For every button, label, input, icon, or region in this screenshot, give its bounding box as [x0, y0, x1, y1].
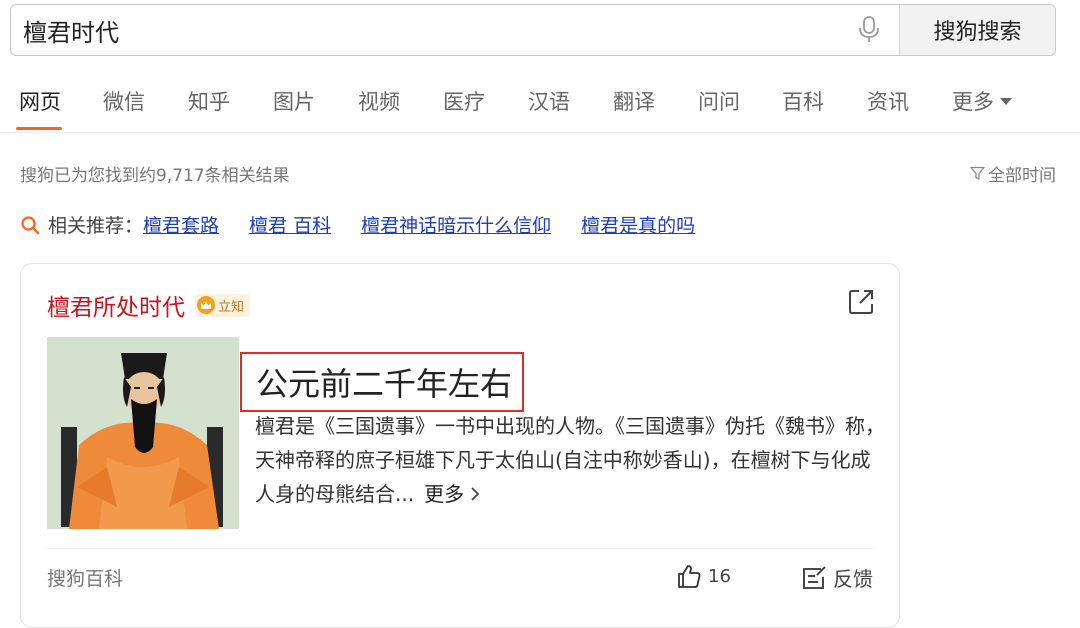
tab-zhihu[interactable]: 知乎 — [188, 86, 230, 116]
tab-images[interactable]: 图片 — [273, 86, 315, 116]
badge-label: 立知 — [218, 299, 245, 315]
tab-more[interactable]: 更多 — [952, 86, 1012, 116]
share-icon[interactable] — [847, 288, 875, 320]
dangun-portrait-image[interactable] — [47, 337, 239, 529]
tab-wenwen[interactable]: 问问 — [698, 86, 740, 116]
source-label[interactable]: 搜狗百科 — [47, 564, 123, 591]
related-link[interactable]: 檀君 百科 — [249, 211, 331, 238]
time-filter-label: 全部时间 — [988, 166, 1056, 186]
lizhi-badge: 立知 — [195, 293, 251, 317]
caret-down-icon — [1000, 97, 1012, 105]
more-label: 更多 — [424, 482, 465, 506]
like-button[interactable]: 16 — [676, 563, 731, 589]
search-icon — [21, 215, 40, 234]
answer-description: 檀君是《三国遗事》一书中出现的人物。《三国遗事》伪托《魏书》称，天神帝释的庶子桓… — [255, 409, 885, 511]
card-title[interactable]: 檀君所处时代 立知 — [47, 288, 251, 322]
related-link[interactable]: 檀君套路 — [143, 211, 219, 238]
feedback-icon — [803, 565, 826, 589]
card-title-text: 檀君所处时代 — [47, 295, 185, 321]
tab-hanyu[interactable]: 汉语 — [528, 86, 570, 116]
tab-weixin[interactable]: 微信 — [103, 86, 145, 116]
crown-badge-icon — [197, 296, 215, 314]
related-link[interactable]: 檀君神话暗示什么信仰 — [361, 211, 551, 238]
filter-icon — [970, 166, 985, 180]
thumbs-up-icon — [678, 565, 701, 588]
tab-translate[interactable]: 翻译 — [613, 86, 655, 116]
tab-medical[interactable]: 医疗 — [443, 86, 485, 116]
like-count: 16 — [708, 565, 731, 587]
microphone-icon[interactable] — [839, 5, 899, 55]
card-divider — [47, 548, 873, 549]
feedback-label: 反馈 — [833, 567, 873, 591]
chevron-right-icon — [471, 487, 480, 501]
related-label: 相关推荐： — [48, 215, 144, 237]
tab-web[interactable]: 网页 — [19, 86, 61, 116]
tab-more-label: 更多 — [952, 90, 994, 114]
description-text: 檀君是《三国遗事》一书中出现的人物。《三国遗事》伪托《魏书》称，天神帝释的庶子桓… — [255, 414, 885, 506]
time-filter[interactable]: 全部时间 — [970, 161, 1056, 186]
related-link[interactable]: 檀君是真的吗 — [581, 211, 695, 238]
more-link[interactable]: 更多 — [424, 482, 480, 506]
answer-card: 檀君所处时代 立知 公元前二千年左右 檀君是《三国遗事》一书中出现的人物。《三国… — [20, 263, 900, 628]
related-searches: 相关推荐： 檀君套路 檀君 百科 檀君神话暗示什么信仰 檀君是真的吗 — [20, 211, 725, 238]
active-tab-indicator — [16, 127, 62, 130]
search-input[interactable] — [11, 5, 839, 55]
vertical-tabs: 网页 微信 知乎 图片 视频 医疗 汉语 翻译 问问 百科 资讯 更多 — [0, 80, 1080, 133]
feedback-button[interactable]: 反馈 — [801, 563, 873, 592]
tab-baike[interactable]: 百科 — [782, 86, 824, 116]
answer-highlight: 公元前二千年左右 — [240, 352, 525, 412]
search-button[interactable]: 搜狗搜索 — [899, 5, 1055, 55]
tab-video[interactable]: 视频 — [358, 86, 400, 116]
tab-news[interactable]: 资讯 — [867, 86, 909, 116]
search-box: 搜狗搜索 — [10, 4, 1056, 56]
result-count: 搜狗已为您找到约9,717条相关结果 — [20, 166, 290, 186]
